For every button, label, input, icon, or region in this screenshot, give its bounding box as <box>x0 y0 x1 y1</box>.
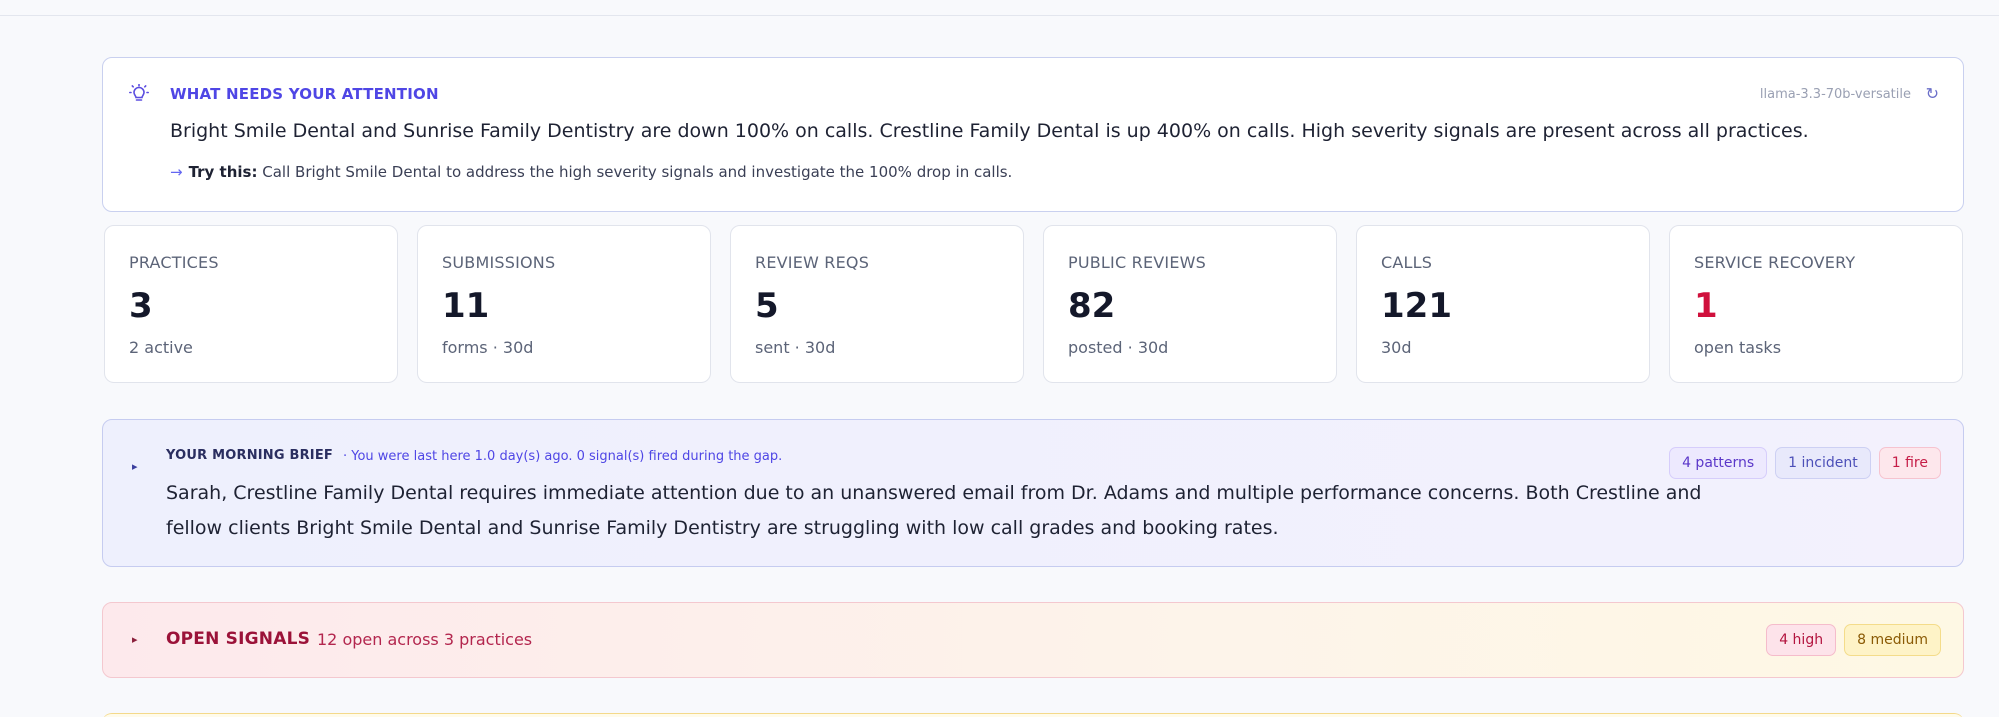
morning-brief-text: Sarah, Crestline Family Dental requires … <box>166 482 1702 539</box>
stat-label: REVIEW REQS <box>755 253 870 272</box>
stat-sub: forms · 30d <box>442 338 534 357</box>
stat-label: PUBLIC REVIEWS <box>1068 253 1207 272</box>
try-this-text: Call Bright Smile Dental to address the … <box>262 163 1013 181</box>
morning-brief-card[interactable]: ▸ YOUR MORNING BRIEF · You were last her… <box>102 419 1964 567</box>
stat-value: 1 <box>1694 286 1718 326</box>
stat-value: 3 <box>129 286 153 326</box>
stat-sub: sent · 30d <box>755 338 836 357</box>
arrow-right-icon: → <box>170 163 183 181</box>
signals-badges: 4 high 8 medium <box>1766 624 1941 656</box>
morning-brief-heading: YOUR MORNING BRIEF <box>166 448 334 463</box>
stat-card-submissions[interactable]: SUBMISSIONS 11 forms · 30d <box>417 225 711 383</box>
caret-right-icon[interactable]: ▸ <box>132 633 138 646</box>
incident-badge[interactable]: 1 incident <box>1775 447 1871 479</box>
stat-label: SUBMISSIONS <box>442 253 556 272</box>
try-this-label: Try this: <box>188 163 258 181</box>
try-this-suggestion: → Try this: Call Bright Smile Dental to a… <box>170 163 1012 181</box>
stat-card-review-reqs[interactable]: REVIEW REQS 5 sent · 30d <box>730 225 1024 383</box>
top-bar <box>0 0 1999 16</box>
stat-value: 11 <box>442 286 490 326</box>
attention-card: WHAT NEEDS YOUR ATTENTION llama-3.3-70b-… <box>102 57 1964 212</box>
high-severity-badge[interactable]: 4 high <box>1766 624 1837 656</box>
fire-badge[interactable]: 1 fire <box>1878 447 1941 479</box>
stat-label: SERVICE RECOVERY <box>1694 253 1856 272</box>
stat-label: PRACTICES <box>129 253 219 272</box>
gap-note: · You were last here 1.0 day(s) ago. 0 s… <box>343 449 783 464</box>
stats-row: PRACTICES 3 2 active SUBMISSIONS 11 form… <box>104 225 1964 383</box>
stat-value: 121 <box>1381 286 1452 326</box>
stat-value: 5 <box>755 286 779 326</box>
model-name: llama-3.3-70b-versatile <box>1759 87 1911 102</box>
refresh-icon[interactable]: ↻ <box>1926 84 1939 103</box>
open-signals-card[interactable]: ▸ OPEN SIGNALS 12 open across 3 practice… <box>102 602 1964 678</box>
stat-sub: posted · 30d <box>1068 338 1169 357</box>
open-signals-heading: OPEN SIGNALS <box>166 629 311 649</box>
next-card-edge <box>102 713 1964 717</box>
caret-right-icon[interactable]: ▸ <box>132 460 138 473</box>
stat-card-practices[interactable]: PRACTICES 3 2 active <box>104 225 398 383</box>
attention-summary: Bright Smile Dental and Sunrise Family D… <box>170 120 1809 142</box>
open-signals-count: 12 open across 3 practices <box>317 630 533 649</box>
stat-label: CALLS <box>1381 253 1433 272</box>
stat-card-public-reviews[interactable]: PUBLIC REVIEWS 82 posted · 30d <box>1043 225 1337 383</box>
brief-badges: 4 patterns 1 incident 1 fire <box>1669 447 1941 479</box>
stat-card-calls[interactable]: CALLS 121 30d <box>1356 225 1650 383</box>
patterns-badge[interactable]: 4 patterns <box>1669 447 1768 479</box>
attention-heading: WHAT NEEDS YOUR ATTENTION <box>170 85 439 103</box>
stat-sub: 30d <box>1381 338 1412 357</box>
stat-value: 82 <box>1068 286 1116 326</box>
lightbulb-icon <box>129 83 150 104</box>
stat-sub: open tasks <box>1694 338 1782 357</box>
medium-severity-badge[interactable]: 8 medium <box>1844 624 1941 656</box>
stat-card-service-recovery[interactable]: SERVICE RECOVERY 1 open tasks <box>1669 225 1963 383</box>
stat-sub: 2 active <box>129 338 193 357</box>
